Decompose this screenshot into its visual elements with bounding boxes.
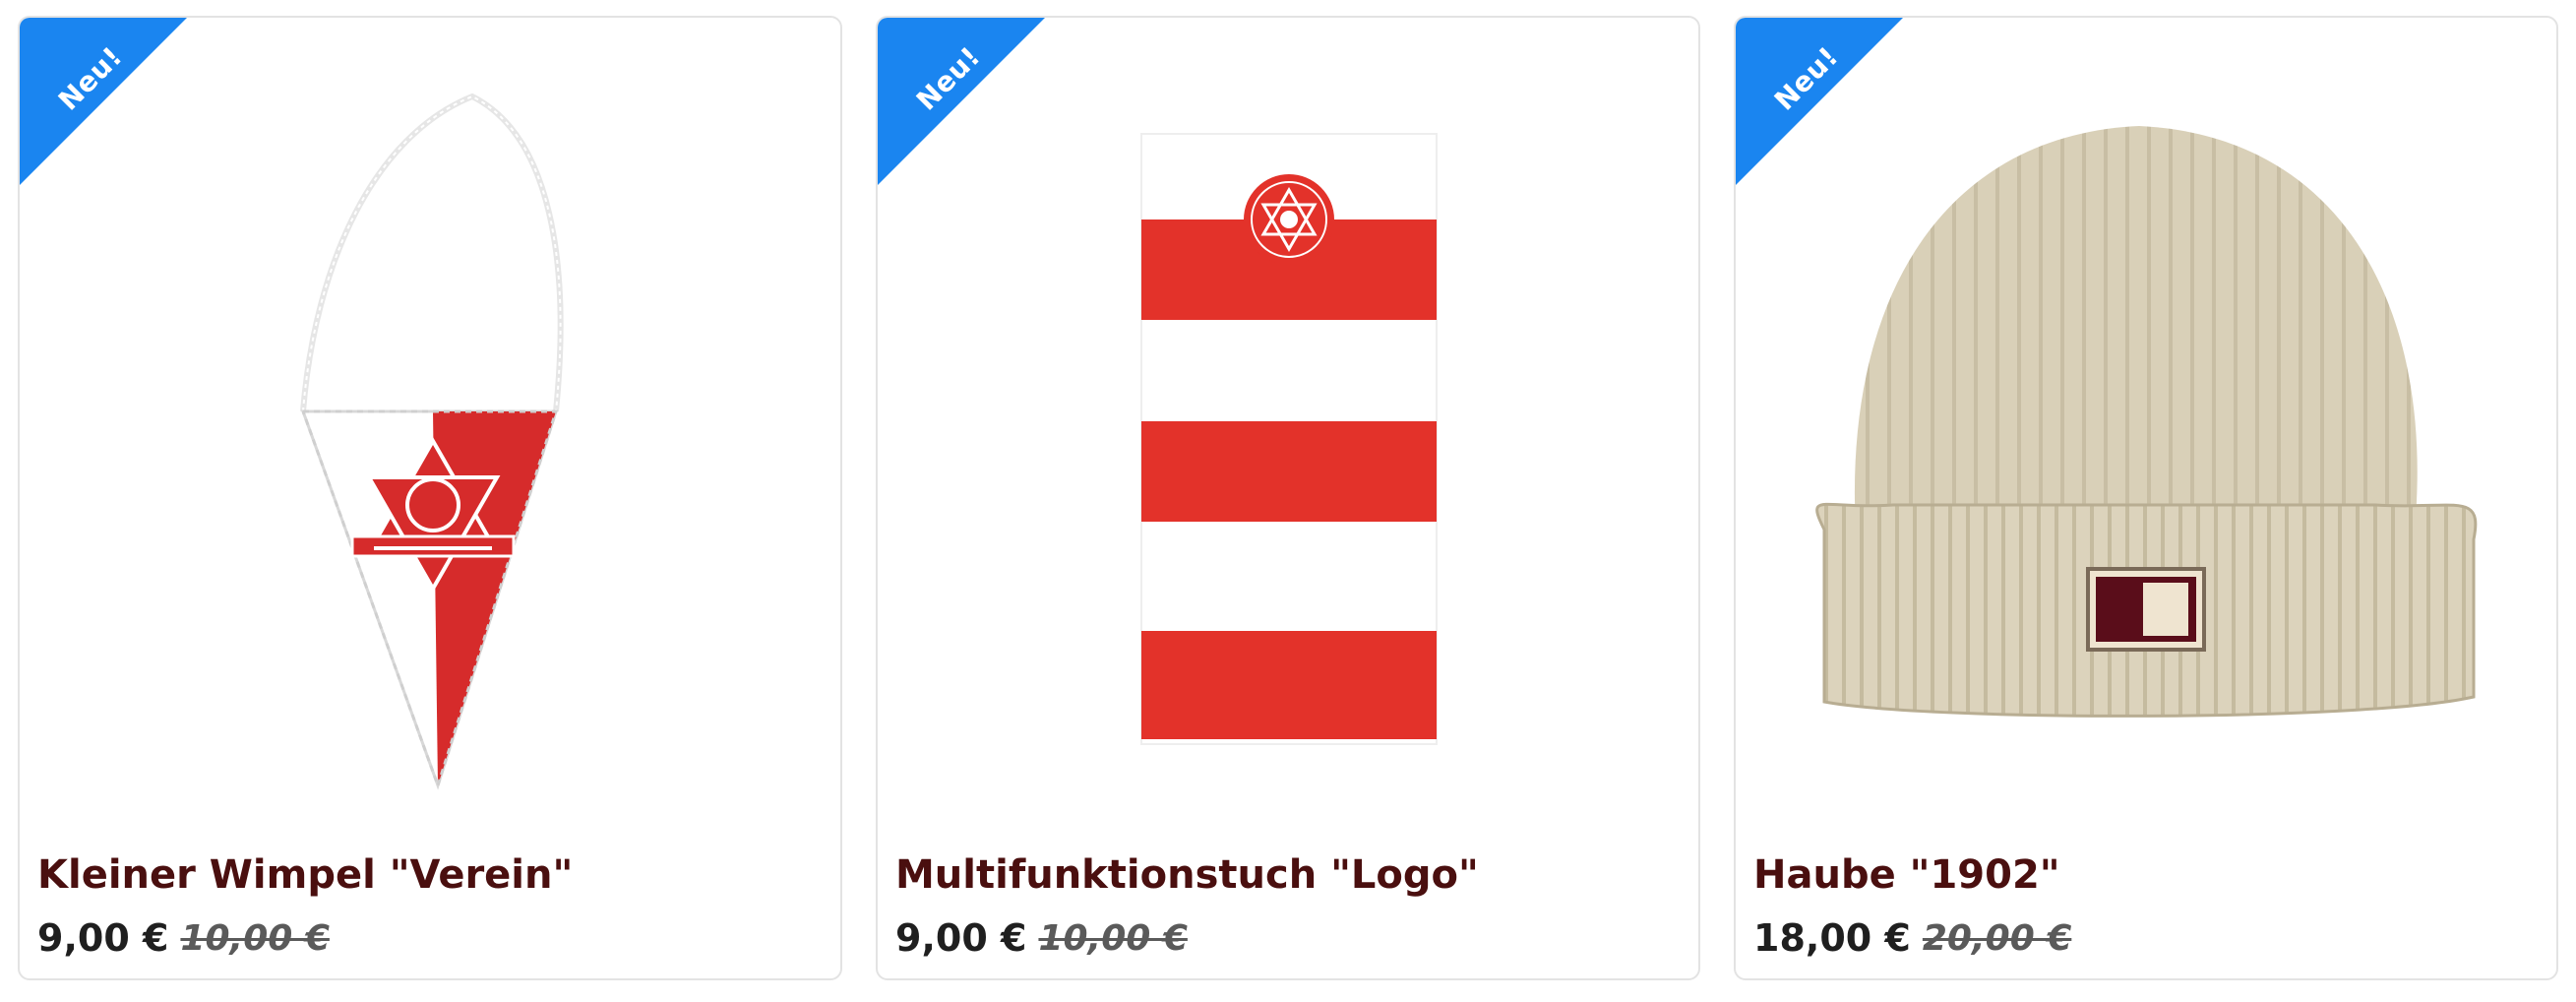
original-price: 10,00 € [1038, 917, 1188, 959]
price-row: 18,00 € 20,00 € [1753, 913, 2071, 963]
product-card-pennant[interactable]: Neu! Kleiner Wimpel "Verein" 9,00 € 10,0… [18, 16, 842, 980]
product-grid: Neu! Kleiner Wimpel "Verein" 9,00 € 10,0… [18, 16, 2558, 980]
original-price: 10,00 € [180, 917, 330, 959]
product-title[interactable]: Kleiner Wimpel "Verein" [37, 850, 825, 900]
product-title[interactable]: Haube "1902" [1753, 850, 2541, 900]
new-badge: Neu! [1736, 18, 1903, 185]
price-row: 9,00 € 10,00 € [37, 913, 330, 963]
current-price: 18,00 € [1753, 916, 1911, 960]
product-card-beanie[interactable]: Neu! Haube "1902" 18,00 € 20,00 € [1734, 16, 2558, 980]
price-row: 9,00 € 10,00 € [895, 913, 1188, 963]
new-badge: Neu! [20, 18, 187, 185]
current-price: 9,00 € [895, 916, 1027, 960]
new-badge: Neu! [878, 18, 1045, 185]
product-title[interactable]: Multifunktionstuch "Logo" [895, 850, 1683, 900]
current-price: 9,00 € [37, 916, 169, 960]
product-card-neck-gaiter[interactable]: Neu! Multifunktionstuch "Logo" 9,00 € 10… [876, 16, 1700, 980]
original-price: 20,00 € [1922, 917, 2072, 959]
